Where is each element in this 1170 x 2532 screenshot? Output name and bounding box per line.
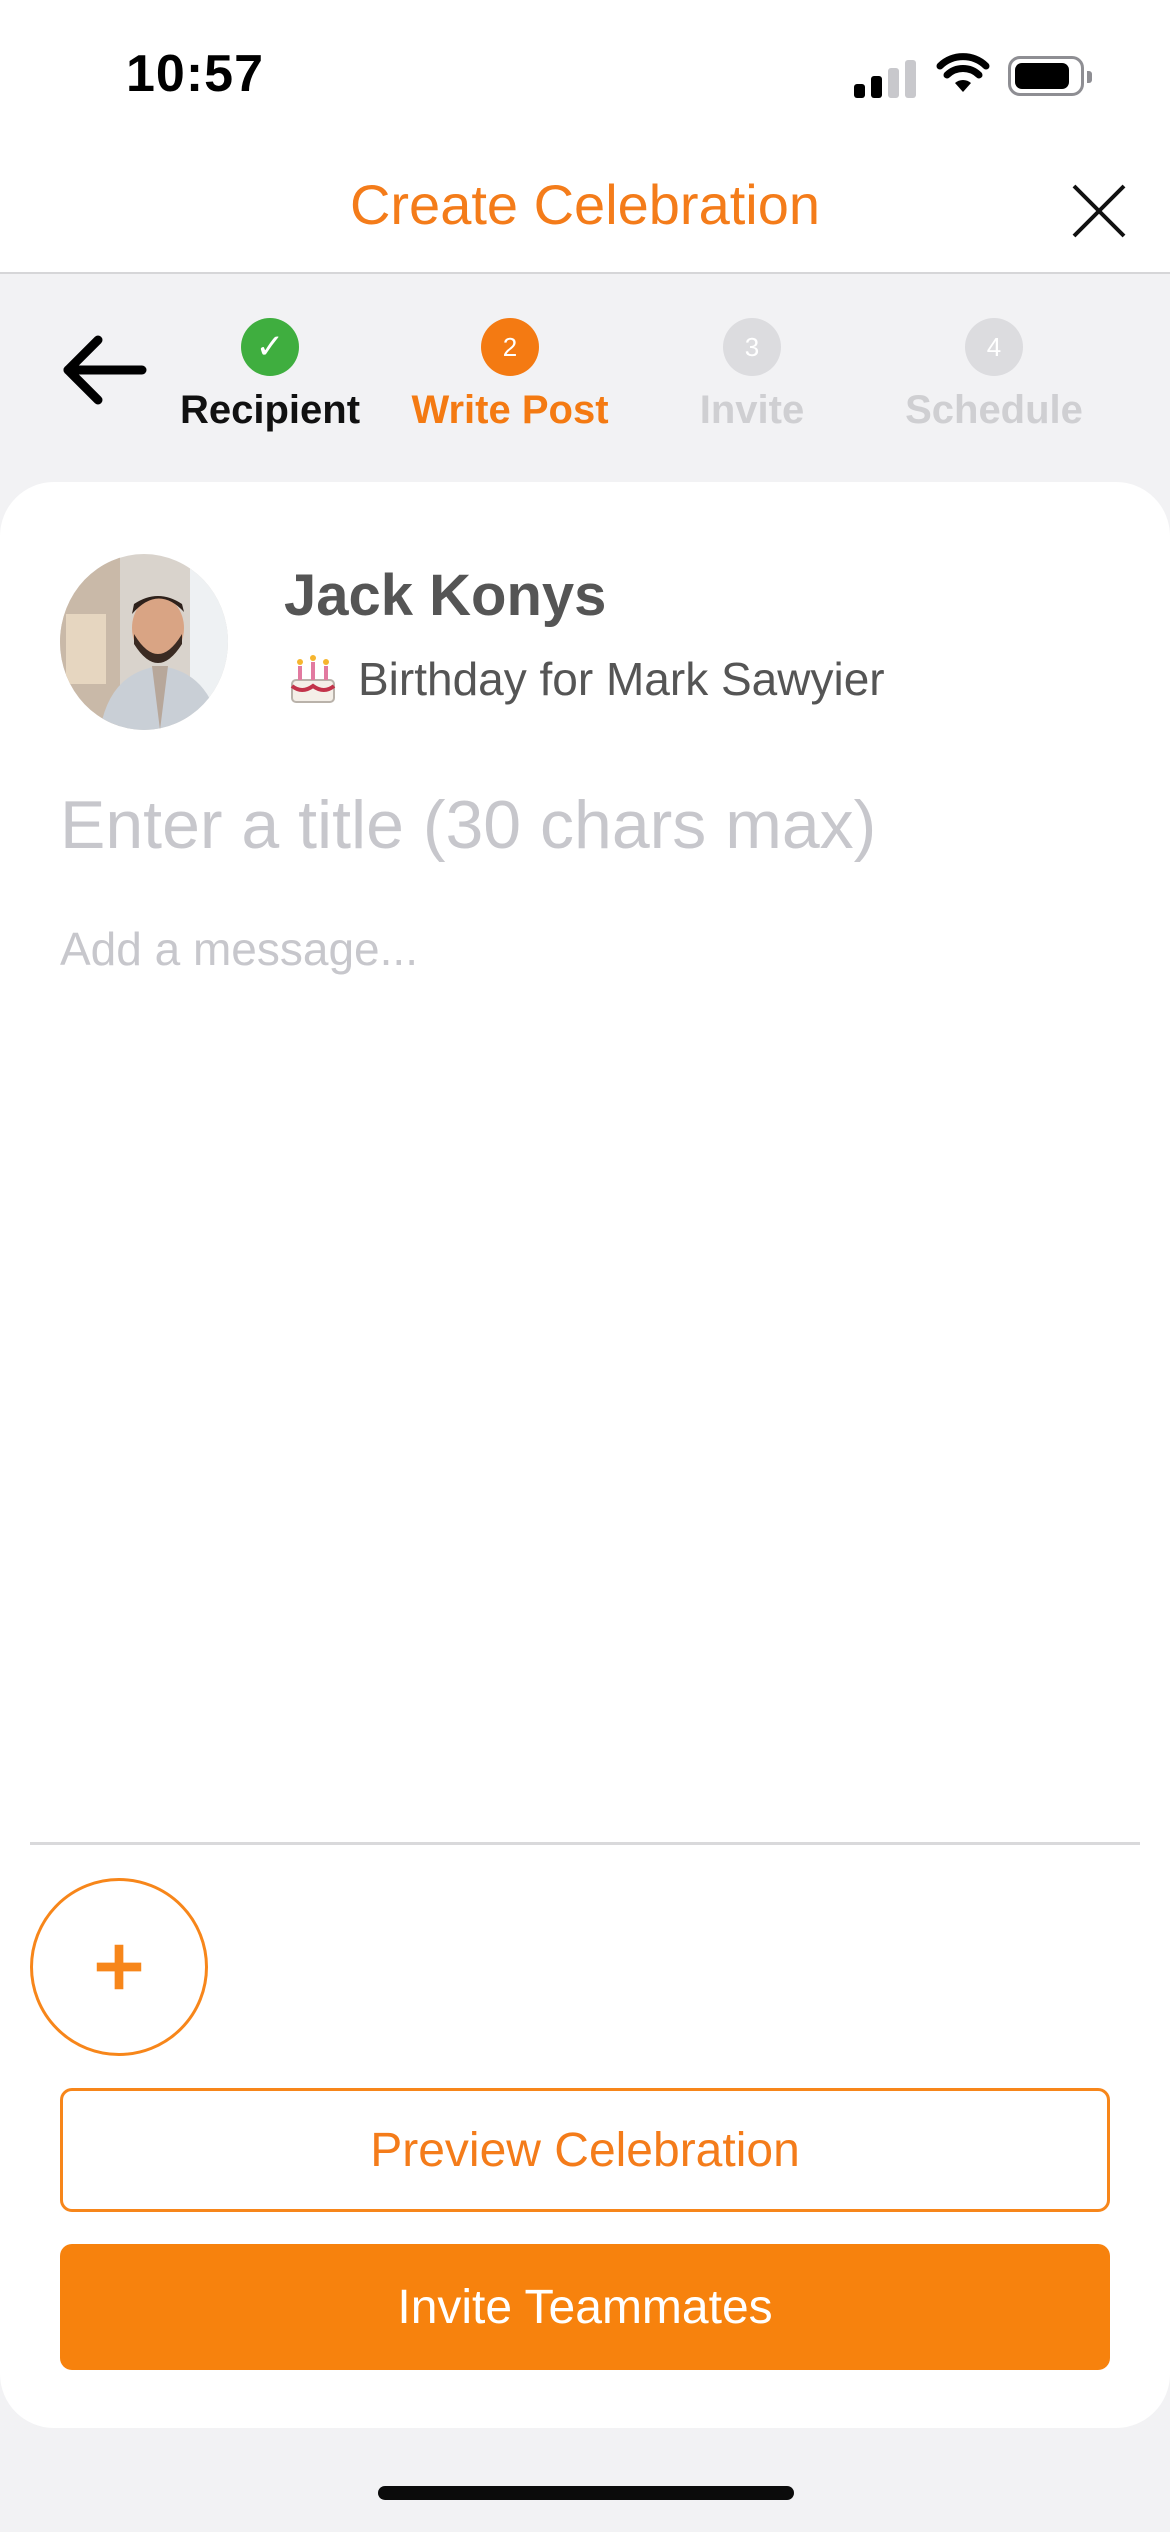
status-time: 10:57 (126, 45, 264, 103)
invite-teammates-button[interactable]: Invite Teammates (60, 2244, 1110, 2370)
avatar (60, 554, 228, 730)
title-input[interactable] (60, 786, 1110, 864)
step-label: Invite (699, 388, 805, 432)
arrow-left-icon[interactable] (58, 330, 148, 410)
navigation-bar: Create Celebration (0, 150, 1170, 274)
close-icon[interactable] (1064, 176, 1134, 246)
status-bar: 10:57 (0, 0, 1170, 150)
step-write-post[interactable]: 2 Write Post (390, 318, 630, 433)
home-indicator (378, 2486, 794, 2500)
step-invite: 3 Invite (632, 318, 872, 433)
step-number: 2 (481, 318, 539, 376)
plus-icon (96, 1944, 142, 1990)
step-label: Schedule (905, 388, 1083, 432)
add-media-button[interactable] (30, 1878, 208, 2056)
step-number: 4 (965, 318, 1023, 376)
step-check-icon: ✓ (241, 318, 299, 376)
battery-icon (1008, 56, 1092, 96)
post-card: Jack Konys Birthday for Mark Sawyier Pre… (0, 482, 1170, 2428)
message-input[interactable] (60, 922, 1110, 1482)
page-title: Create Celebration (349, 173, 821, 236)
step-recipient[interactable]: ✓ Recipient (150, 318, 390, 433)
cellular-signal-icon (854, 58, 916, 98)
divider (30, 1842, 1140, 1845)
step-schedule: 4 Schedule (874, 318, 1114, 433)
occasion-text: Birthday for Mark Sawyier (358, 653, 885, 705)
author-name: Jack Konys (284, 563, 607, 628)
step-number: 3 (723, 318, 781, 376)
preview-celebration-button[interactable]: Preview Celebration (60, 2088, 1110, 2212)
occasion-line: Birthday for Mark Sawyier (284, 650, 885, 708)
birthday-cake-icon (290, 655, 336, 703)
progress-stepper: ✓ Recipient 2 Write Post 3 Invite 4 Sche… (0, 274, 1170, 482)
wifi-icon (936, 53, 990, 92)
step-label: Recipient (179, 388, 361, 432)
step-label: Write Post (411, 388, 609, 432)
